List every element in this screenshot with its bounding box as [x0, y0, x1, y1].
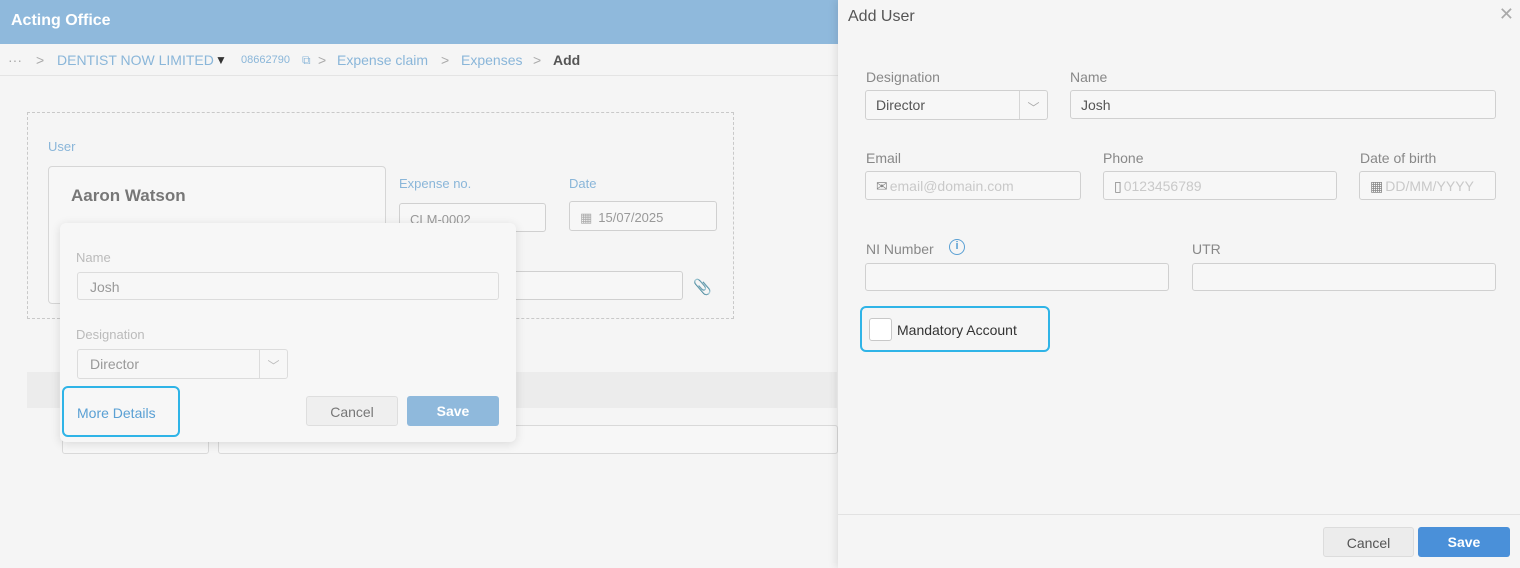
email-placeholder: email@domain.com — [889, 178, 1014, 194]
date-field[interactable]: ▦ 15/07/2025 — [569, 201, 717, 231]
panel-footer-divider — [838, 514, 1520, 515]
user-label: User — [48, 139, 76, 154]
dob-placeholder: DD/MM/YYYY — [1385, 178, 1474, 194]
phone-placeholder: 0123456789 — [1123, 178, 1202, 194]
phone-icon: ▯ — [1114, 178, 1122, 194]
save-button[interactable]: Save — [1418, 527, 1510, 557]
popover-name-label: Name — [76, 250, 111, 265]
paperclip-icon[interactable]: 📎 — [693, 278, 712, 296]
breadcrumb-separator: > — [318, 52, 327, 68]
chevron-down-icon: ﹀ — [1019, 91, 1047, 119]
breadcrumb-separator: > — [441, 52, 450, 68]
chevron-down-icon: ﹀ — [259, 350, 287, 378]
calendar-icon: ▦ — [1370, 178, 1384, 194]
panel-title: Add User — [848, 8, 915, 25]
date-value: 15/07/2025 — [598, 210, 664, 225]
calendar-icon: ▦ — [580, 210, 593, 225]
date-label: Date — [569, 176, 597, 191]
designation-select[interactable]: Director ﹀ — [865, 90, 1048, 120]
close-icon[interactable]: ✕ — [1499, 4, 1514, 25]
app-title: Acting Office — [11, 12, 111, 29]
expense-no-label: Expense no. — [399, 176, 472, 191]
popover-name-input[interactable]: Josh — [77, 272, 499, 300]
designation-value: Director — [876, 97, 926, 113]
dob-input[interactable]: ▦ DD/MM/YYYY — [1359, 171, 1496, 200]
breadcrumb-item-expense-claim[interactable]: Expense claim — [337, 52, 428, 68]
email-label: Email — [866, 150, 902, 166]
chevron-down-icon[interactable]: ▼ — [215, 53, 227, 67]
name-label: Name — [1070, 69, 1108, 85]
user-popover: Name Josh Designation Director ﹀ More De… — [60, 223, 516, 442]
mandatory-account-label[interactable]: Mandatory Account — [897, 322, 1017, 338]
more-details-link[interactable]: More Details — [77, 405, 156, 421]
name-input[interactable]: Josh — [1070, 90, 1496, 119]
popover-cancel-button[interactable]: Cancel — [306, 396, 398, 426]
popover-designation-value: Director — [90, 356, 140, 372]
description-field[interactable] — [510, 271, 683, 300]
popover-save-button[interactable]: Save — [407, 396, 499, 426]
popover-designation-select[interactable]: Director ﹀ — [77, 349, 288, 379]
ni-number-label: NI Number — [866, 241, 934, 257]
email-input[interactable]: ✉ email@domain.com — [865, 171, 1081, 200]
designation-label: Designation — [866, 69, 940, 85]
popover-designation-label: Designation — [76, 327, 145, 342]
company-number[interactable]: 08662790 — [241, 54, 290, 66]
mail-icon: ✉ — [876, 178, 888, 194]
breadcrumb-separator: > — [36, 52, 45, 68]
selected-user-name: Aaron Watson — [71, 186, 186, 205]
breadcrumb-company[interactable]: DENTIST NOW LIMITED — [57, 52, 214, 68]
phone-label: Phone — [1103, 150, 1144, 166]
breadcrumb-ellipsis[interactable]: ··· — [8, 52, 22, 68]
info-icon[interactable]: i — [949, 239, 965, 255]
breadcrumb-item-current: Add — [553, 52, 581, 68]
ni-number-input[interactable] — [865, 263, 1169, 291]
phone-input[interactable]: ▯ 0123456789 — [1103, 171, 1337, 200]
dob-label: Date of birth — [1360, 150, 1437, 166]
breadcrumb-item-expenses[interactable]: Expenses — [461, 52, 522, 68]
external-link-icon[interactable]: ⧉ — [302, 53, 311, 68]
utr-label: UTR — [1192, 241, 1221, 257]
mandatory-account-checkbox[interactable] — [869, 318, 892, 341]
utr-input[interactable] — [1192, 263, 1496, 291]
breadcrumb-separator: > — [533, 52, 542, 68]
cancel-button[interactable]: Cancel — [1323, 527, 1414, 557]
